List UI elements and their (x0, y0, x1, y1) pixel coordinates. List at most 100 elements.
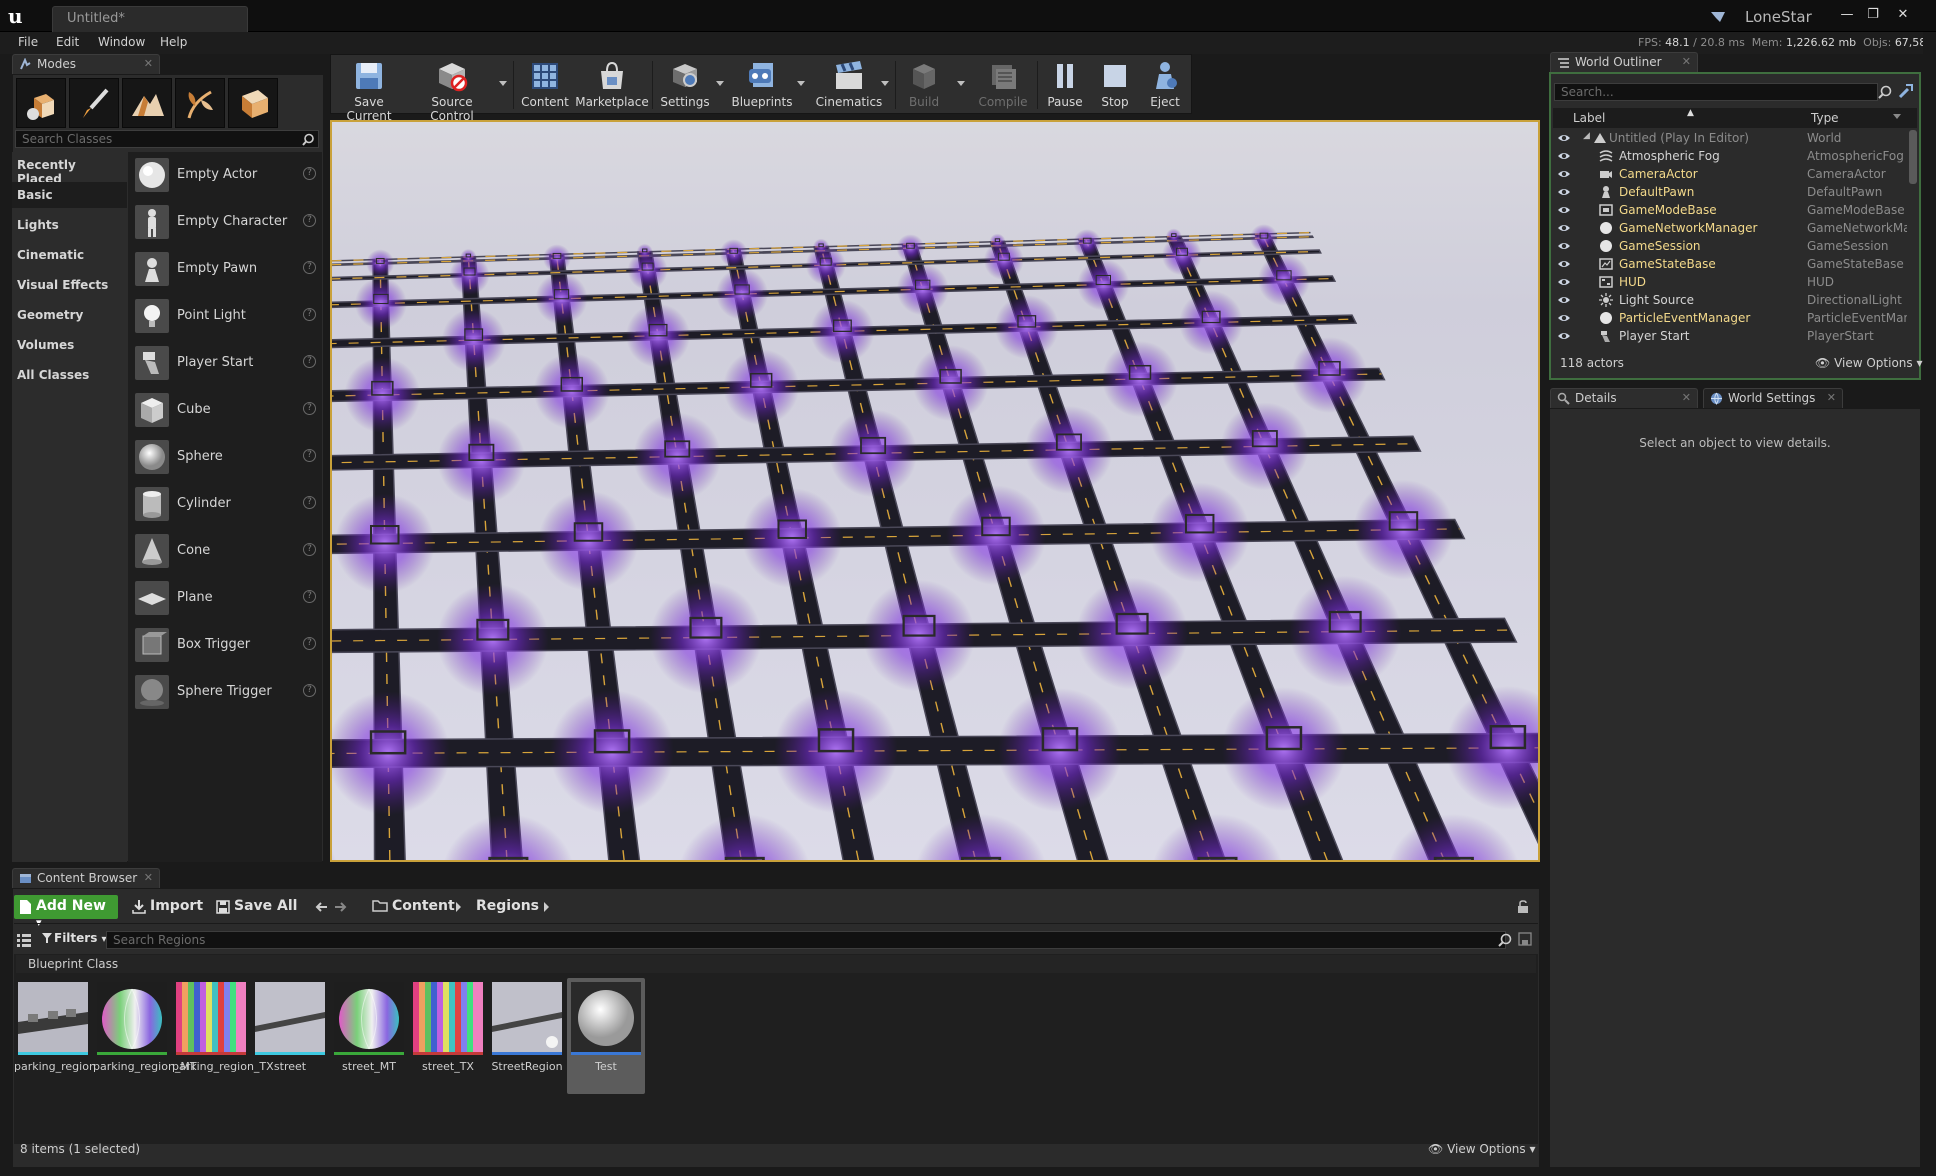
close-tab-icon[interactable]: ✕ (1827, 391, 1836, 404)
lock-icon[interactable] (1516, 900, 1530, 914)
visibility-eye-icon[interactable] (1557, 150, 1571, 162)
category-basic[interactable]: Basic (12, 182, 127, 208)
minimize-button[interactable]: — (1836, 6, 1858, 24)
search-icon[interactable] (1878, 85, 1892, 99)
content-search-input[interactable]: Search Regions (106, 931, 1506, 949)
content-view-options-button[interactable]: 👁 View Options ▾ (1428, 1142, 1536, 1156)
close-window-button[interactable]: ✕ (1892, 6, 1914, 24)
build-button[interactable]: Build (899, 55, 949, 115)
asset-tile[interactable]: street_TX (409, 978, 487, 1094)
expand-arrow-icon[interactable]: ◢ (1583, 131, 1590, 141)
search-classes-input[interactable]: Search Classes (15, 130, 319, 148)
save-search-icon[interactable] (1518, 932, 1532, 946)
viewport-scene[interactable] (332, 122, 1538, 860)
class-item-player-start[interactable]: Player Start ? (128, 340, 322, 386)
close-tab-icon[interactable]: ✕ (1682, 391, 1691, 404)
help-icon[interactable]: ? (303, 590, 316, 603)
outliner-row[interactable]: DefaultPawn DefaultPawn (1553, 183, 1907, 201)
help-icon[interactable]: ? (303, 684, 316, 697)
outliner-row[interactable]: Atmospheric Fog AtmosphericFog (1553, 147, 1907, 165)
asset-tile[interactable]: parking_region (14, 978, 96, 1094)
settings-button[interactable]: Settings (655, 55, 715, 115)
help-icon[interactable]: ? (303, 496, 316, 509)
document-tab[interactable]: Untitled* (52, 6, 248, 32)
class-item-empty-actor[interactable]: Empty Actor ? (128, 152, 322, 198)
level-viewport[interactable] (330, 120, 1540, 862)
blueprints-button[interactable]: Blueprints (727, 55, 797, 115)
asset-tile[interactable]: parking_region_MT (93, 978, 197, 1094)
class-item-sphere-trigger[interactable]: Sphere Trigger ? (128, 669, 322, 715)
category-cinematic[interactable]: Cinematic (12, 242, 127, 268)
help-icon[interactable]: ? (303, 167, 316, 180)
visibility-eye-icon[interactable] (1557, 258, 1571, 270)
help-icon[interactable]: ? (303, 637, 316, 650)
outliner-row[interactable]: Light Source DirectionalLight (1553, 291, 1907, 309)
outliner-row[interactable]: GameStateBase GameStateBase (1553, 255, 1907, 273)
outliner-scrollbar[interactable] (1909, 130, 1917, 184)
breadcrumb-content[interactable]: Content (392, 898, 455, 914)
breadcrumb-regions[interactable]: Regions (476, 898, 539, 914)
outliner-row[interactable]: HUD HUD (1553, 273, 1907, 291)
add-filter-icon[interactable] (1898, 83, 1914, 99)
outliner-row[interactable]: GameModeBase GameModeBase (1553, 201, 1907, 219)
visibility-eye-icon[interactable] (1557, 132, 1571, 144)
source-control-button[interactable]: Source Control (409, 55, 495, 123)
class-item-empty-pawn[interactable]: Empty Pawn ? (128, 246, 322, 292)
visibility-eye-icon[interactable] (1557, 186, 1571, 198)
cinematics-button[interactable]: Cinematics (809, 55, 889, 115)
asset-tile-selected[interactable]: Test (567, 978, 645, 1094)
close-tab-icon[interactable]: ✕ (144, 871, 153, 884)
blueprints-dropdown-icon[interactable] (797, 81, 805, 86)
source-control-dropdown-icon[interactable] (499, 81, 507, 86)
visibility-eye-icon[interactable] (1557, 312, 1571, 324)
geometry-mode-button[interactable] (228, 78, 278, 128)
paint-mode-button[interactable] (69, 78, 119, 128)
back-arrow-icon[interactable] (315, 900, 329, 914)
asset-tile[interactable]: StreetRegion (488, 978, 566, 1094)
breadcrumb-chevron-icon[interactable] (544, 902, 549, 912)
modes-tab[interactable]: Modes ✕ (12, 54, 160, 74)
outliner-row[interactable]: ParticleEventManager ParticleEventMan (1553, 309, 1907, 327)
help-icon[interactable]: ? (303, 261, 316, 274)
class-item-box-trigger[interactable]: Box Trigger ? (128, 622, 322, 668)
maximize-button[interactable]: ❐ (1862, 6, 1884, 24)
help-icon[interactable]: ? (303, 543, 316, 556)
visibility-eye-icon[interactable] (1557, 168, 1571, 180)
place-mode-button[interactable] (16, 78, 66, 128)
help-icon[interactable]: ? (303, 308, 316, 321)
outliner-search-input[interactable]: Search... (1554, 83, 1878, 101)
menu-edit[interactable]: Edit (56, 35, 79, 49)
category-recently-placed[interactable]: Recently Placed (12, 152, 127, 186)
outliner-row[interactable]: ◢ Untitled (Play In Editor) World (1553, 129, 1907, 147)
compile-button[interactable]: Compile (971, 55, 1035, 115)
help-icon[interactable]: ? (303, 355, 316, 368)
build-dropdown-icon[interactable] (957, 81, 965, 86)
settings-dropdown-icon[interactable] (716, 81, 724, 86)
asset-tile[interactable]: street (251, 978, 329, 1094)
help-icon[interactable]: ? (303, 449, 316, 462)
pause-button[interactable]: Pause (1041, 55, 1089, 115)
menu-help[interactable]: Help (160, 35, 187, 49)
visibility-eye-icon[interactable] (1557, 330, 1571, 342)
forward-arrow-icon[interactable] (333, 900, 347, 914)
class-item-empty-character[interactable]: Empty Character ? (128, 199, 322, 245)
type-column-header[interactable]: Type (1811, 111, 1839, 125)
filters-button[interactable]: Filters ▾ (42, 931, 107, 945)
stop-button[interactable]: Stop (1091, 55, 1139, 115)
menu-window[interactable]: Window (98, 35, 145, 49)
world-settings-tab[interactable]: World Settings ✕ (1703, 388, 1843, 408)
outliner-row[interactable]: CameraActor CameraActor (1553, 165, 1907, 183)
category-geometry[interactable]: Geometry (12, 302, 127, 328)
help-icon[interactable]: ? (303, 214, 316, 227)
category-lights[interactable]: Lights (12, 212, 127, 238)
class-item-cone[interactable]: Cone ? (128, 528, 322, 574)
landscape-mode-button[interactable] (122, 78, 172, 128)
visibility-eye-icon[interactable] (1557, 276, 1571, 288)
visibility-eye-icon[interactable] (1557, 240, 1571, 252)
outliner-row[interactable]: Player Start PlayerStart (1553, 327, 1907, 345)
menu-file[interactable]: File (18, 35, 38, 49)
asset-tile[interactable]: street_MT (330, 978, 408, 1094)
visibility-eye-icon[interactable] (1557, 222, 1571, 234)
help-icon[interactable]: ? (303, 402, 316, 415)
import-button[interactable]: Import (132, 898, 203, 914)
